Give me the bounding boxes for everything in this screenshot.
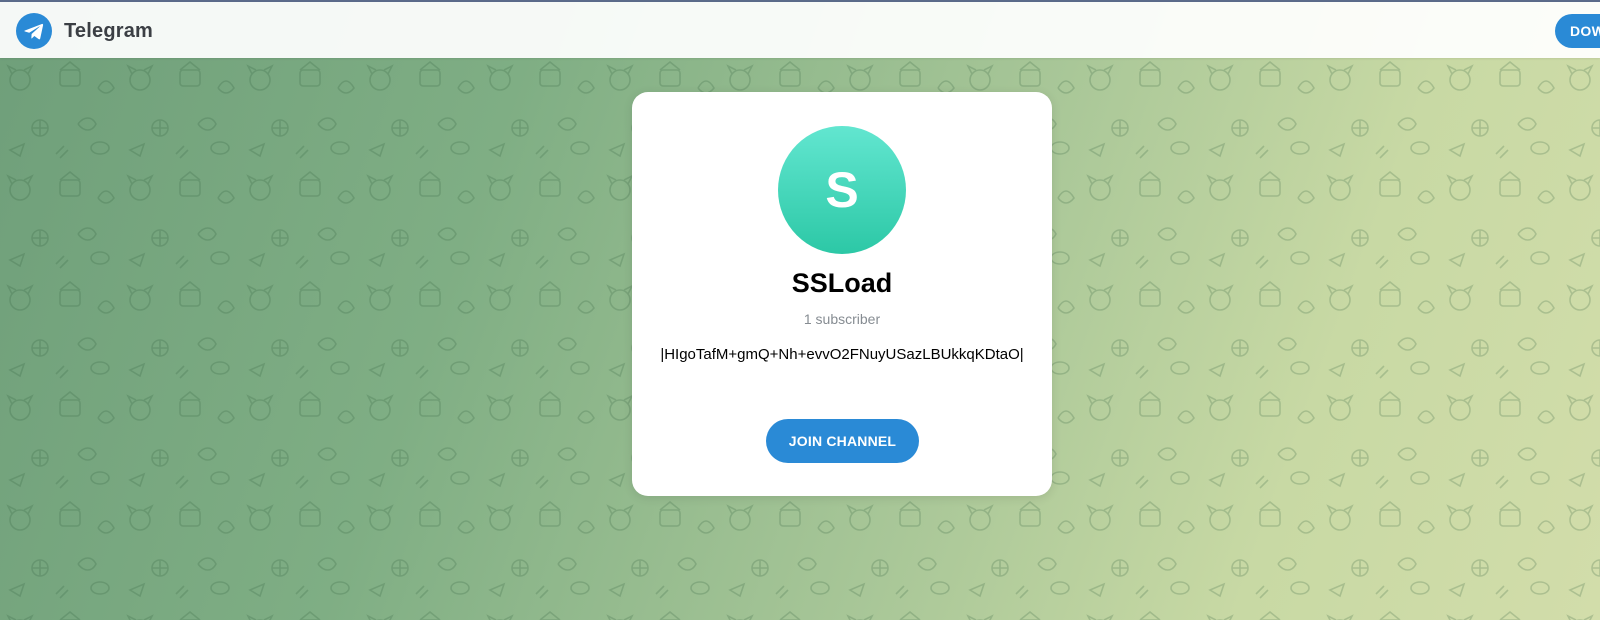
download-button[interactable]: DOWNLOAD [1555, 14, 1600, 48]
channel-title: SSLoad [791, 268, 893, 298]
page: Telegram DOWNLOAD S SSLoad 1 subscriber … [0, 0, 1600, 620]
brand-name: Telegram [64, 19, 154, 42]
top-navbar: Telegram DOWNLOAD [0, 2, 1600, 58]
channel-card: S SSLoad 1 subscriber |HIgoTafM+gmQ+Nh+e… [632, 92, 1052, 496]
channel-avatar: S [778, 126, 906, 254]
telegram-logo-link[interactable]: Telegram [16, 12, 153, 50]
channel-description: |HIgoTafM+gmQ+Nh+evvO2FNuyUSazLBUkkqKDta… [660, 346, 1024, 363]
telegram-logo-icon [16, 13, 52, 49]
subscriber-count: 1 subscriber [803, 311, 881, 327]
avatar-initial: S [825, 162, 859, 218]
join-channel-button[interactable]: JOIN CHANNEL [766, 419, 919, 463]
